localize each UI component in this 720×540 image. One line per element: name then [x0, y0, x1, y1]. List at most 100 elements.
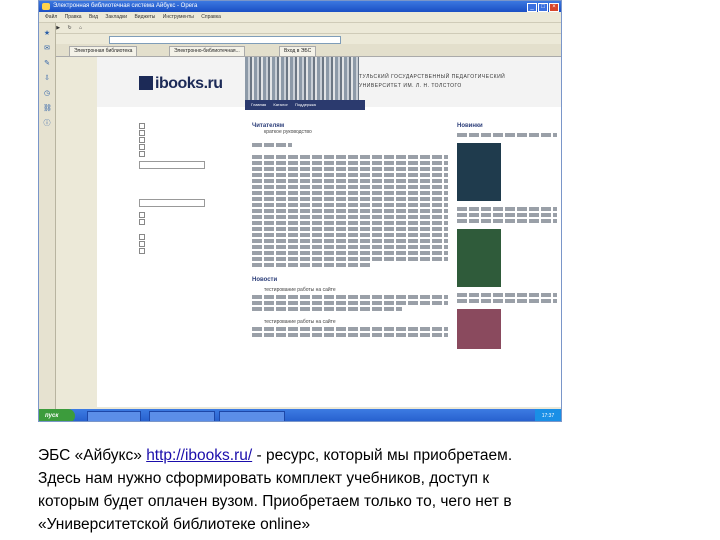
reload-icon[interactable]: ↻ — [68, 23, 72, 33]
catalog-option[interactable] — [139, 130, 249, 137]
nav-catalog[interactable]: Каталог — [273, 102, 288, 107]
ibooks-link[interactable]: http://ibooks.ru/ — [146, 447, 252, 464]
radio-icon — [139, 137, 145, 143]
menu-view[interactable]: Вид — [89, 12, 98, 22]
text-line — [252, 263, 372, 267]
catalog-option[interactable] — [139, 123, 249, 130]
slide-caption: ЭБС «Айбукс» http://ibooks.ru/ - ресурс,… — [38, 444, 678, 536]
tab-3[interactable]: Вход в ЭБС — [279, 46, 317, 56]
center-column: Читателям краткое руководство Новости те… — [252, 123, 448, 407]
caption-line-1-rest: - ресурс, который мы приобретаем. — [252, 447, 513, 464]
browser-screenshot: Электронная библиотечная система Айбукс … — [38, 0, 562, 422]
text-line — [457, 219, 557, 223]
logo-text: ibooks.ru — [155, 75, 223, 92]
tab-bar: Электронная библиотека Электронно-библио… — [39, 44, 561, 57]
window-controls: _ □ × — [526, 2, 559, 12]
text-line — [252, 215, 448, 219]
taskbar-item-3[interactable] — [219, 411, 285, 421]
minimize-button[interactable]: _ — [527, 3, 537, 12]
menu-widgets[interactable]: Виджеты — [134, 12, 155, 22]
catalog-option[interactable] — [139, 144, 249, 151]
filter-option[interactable] — [139, 212, 249, 219]
links-icon[interactable]: ⛓ — [43, 105, 52, 113]
text-line — [252, 173, 448, 177]
checkbox-icon — [139, 241, 145, 247]
university-line-1: ТУЛЬСКИЙ ГОСУДАРСТВЕННЫЙ ПЕДАГОГИЧЕСКИЙ — [359, 74, 506, 80]
caption-line-4: «Университетской библиотеке online» — [38, 516, 311, 533]
radio-icon — [139, 123, 145, 129]
history-icon[interactable]: ◷ — [43, 90, 51, 98]
text-line — [252, 239, 448, 243]
radio-icon — [139, 144, 145, 150]
filter-option[interactable] — [139, 248, 249, 255]
web-page: ibooks.ru ТУЛЬСКИЙ ГОСУДАРСТВЕННЫЙ ПЕДАГ… — [97, 57, 561, 407]
text-line — [252, 333, 448, 337]
password-field[interactable] — [139, 199, 205, 207]
nav-support[interactable]: Поддержка — [295, 102, 316, 107]
menu-help[interactable]: Справка — [201, 12, 221, 22]
tab-2[interactable]: Электронно-библиотечная... — [169, 46, 245, 56]
radio-icon — [139, 151, 145, 157]
radio-icon — [139, 130, 145, 136]
text-line — [457, 299, 557, 303]
menu-tools[interactable]: Инструменты — [163, 12, 194, 22]
site-header: ibooks.ru ТУЛЬСКИЙ ГОСУДАРСТВЕННЫЙ ПЕДАГ… — [97, 57, 561, 110]
filter-option[interactable] — [139, 234, 249, 241]
window-title: Электронная библиотечная система Айбукс … — [53, 3, 198, 9]
home-icon[interactable]: ⌂ — [79, 23, 82, 33]
site-nav: Главная Каталог Поддержка — [245, 100, 365, 110]
text-line — [252, 221, 448, 225]
menu-bar: Файл Правка Вид Закладки Виджеты Инструм… — [39, 12, 561, 23]
text-line — [457, 293, 557, 297]
taskbar-item-2[interactable] — [149, 411, 215, 421]
text-line — [252, 301, 448, 305]
news-item-title[interactable]: тестирование работы на сайте — [264, 287, 448, 293]
close-button[interactable]: × — [549, 3, 559, 12]
text-line — [252, 155, 448, 159]
toolbar-row: ◀ ▶ ↻ ⌂ — [39, 23, 561, 34]
news-item-title[interactable]: тестирование работы на сайте — [264, 319, 448, 325]
text-line — [252, 327, 448, 331]
book-cover-image[interactable] — [457, 229, 501, 287]
university-name: ТУЛЬСКИЙ ГОСУДАРСТВЕННЫЙ ПЕДАГОГИЧЕСКИЙ … — [359, 73, 505, 91]
book-cover-image[interactable] — [457, 309, 501, 349]
mail-icon[interactable]: ✉ — [43, 45, 51, 53]
nav-main[interactable]: Главная — [251, 102, 266, 107]
text-line — [457, 207, 557, 211]
left-column — [139, 123, 249, 403]
university-line-2: УНИВЕРСИТЕТ ИМ. Л. Н. ТОЛСТОГО — [359, 83, 462, 89]
login-field[interactable] — [139, 161, 205, 169]
catalog-option[interactable] — [139, 151, 249, 158]
menu-bookmarks[interactable]: Закладки — [105, 12, 127, 22]
site-logo[interactable]: ibooks.ru — [139, 75, 223, 93]
window-titlebar: Электронная библиотечная система Айбукс … — [39, 1, 561, 12]
checkbox-icon — [139, 219, 145, 225]
text-line — [252, 295, 448, 299]
text-line — [252, 197, 448, 201]
transfers-icon[interactable]: ⇩ — [43, 75, 51, 83]
start-button[interactable]: пуск — [39, 409, 75, 421]
caption-line-2: Здесь нам нужно сформировать комплект уч… — [38, 470, 490, 487]
menu-edit[interactable]: Правка — [65, 12, 82, 22]
tab-1[interactable]: Электронная библиотека — [69, 46, 138, 56]
taskbar-item-1[interactable] — [87, 411, 141, 421]
info-icon[interactable]: ⓘ — [43, 120, 51, 128]
windows-taskbar: пуск 17:37 — [39, 409, 561, 421]
text-line — [252, 167, 448, 171]
bookmarks-icon[interactable]: ★ — [43, 30, 51, 38]
text-line — [252, 227, 448, 231]
text-line — [252, 191, 448, 195]
menu-file[interactable]: Файл — [45, 12, 57, 22]
filter-option[interactable] — [139, 219, 249, 226]
forward-icon[interactable]: ▶ — [56, 23, 60, 33]
caption-prefix: ЭБС «Айбукс» — [38, 447, 147, 464]
notes-icon[interactable]: ✎ — [43, 60, 51, 68]
book-cover-image[interactable] — [457, 143, 501, 201]
taskbar-clock: 17:37 — [535, 409, 561, 421]
catalog-option[interactable] — [139, 137, 249, 144]
address-bar[interactable] — [109, 36, 341, 44]
maximize-button[interactable]: □ — [538, 3, 548, 12]
checkbox-icon — [139, 248, 145, 254]
filter-option[interactable] — [139, 241, 249, 248]
text-line — [252, 179, 448, 183]
